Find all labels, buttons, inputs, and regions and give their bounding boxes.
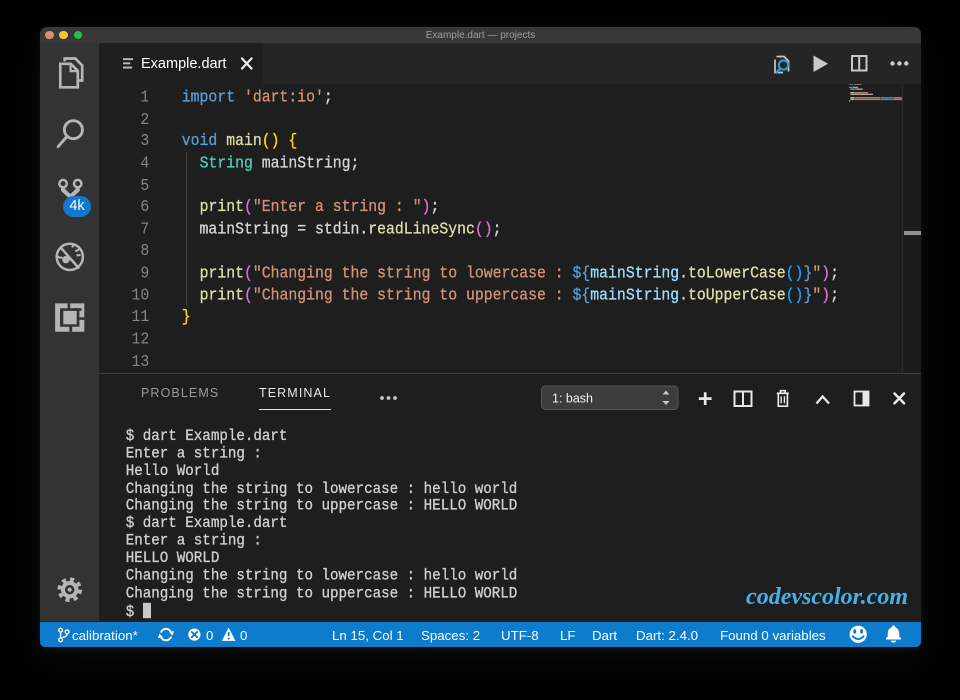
- svg-text:1: bash: 1: bash: [552, 392, 593, 406]
